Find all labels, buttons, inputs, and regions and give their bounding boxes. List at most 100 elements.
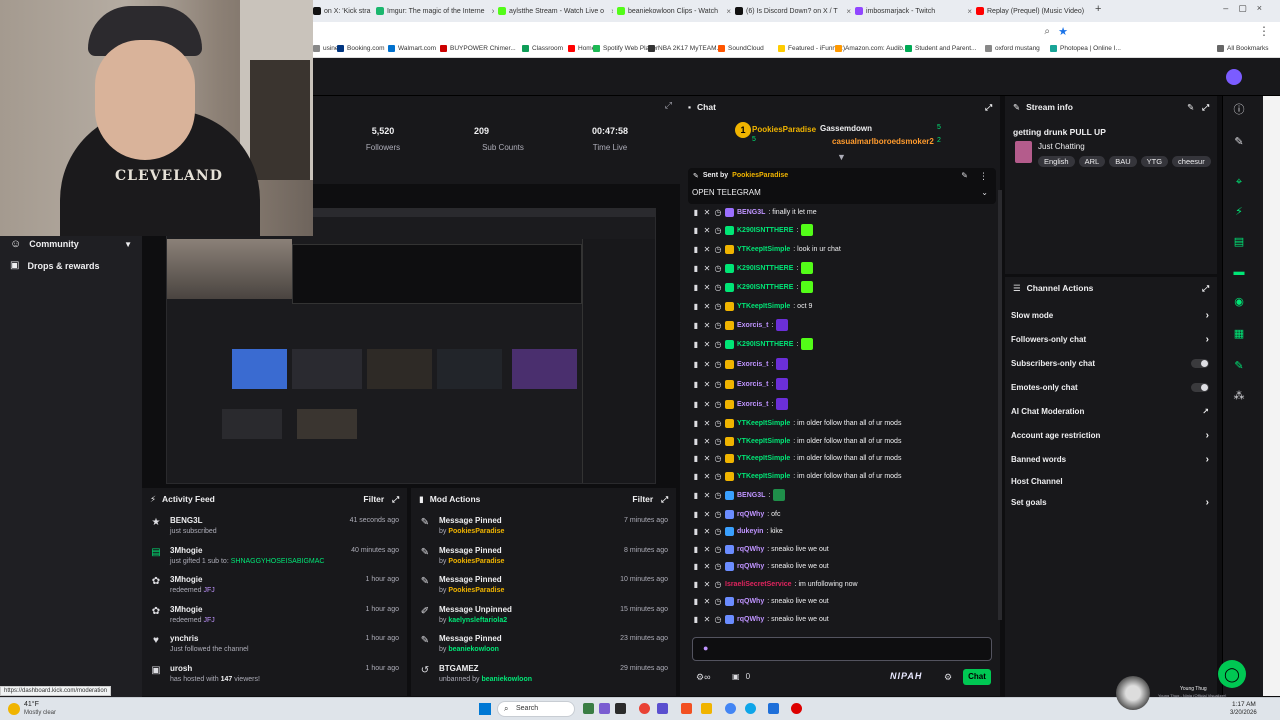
bookmark-item[interactable]: Booking.com xyxy=(337,45,385,52)
ban-icon[interactable]: ✕ xyxy=(703,360,711,369)
bookmark-item[interactable]: oxford mustang xyxy=(985,45,1040,52)
chat-message[interactable]: ▮ ✕ ◷ rqQWhy: sneako live we out xyxy=(692,593,829,609)
chat-username[interactable]: rqQWhy xyxy=(737,616,764,623)
chat-username[interactable]: rqQWhy xyxy=(737,511,764,518)
tag[interactable]: ARL xyxy=(1078,156,1106,167)
mod-action-user[interactable]: PookiesParadise xyxy=(448,528,504,535)
ban-icon[interactable]: ✕ xyxy=(703,226,711,235)
bookmark-item[interactable]: NBA 2K17 MyTEAM... xyxy=(648,45,722,52)
chat-message[interactable]: ▮ ✕ ◷ Exorcis_t: xyxy=(692,376,789,392)
chevron-right-icon[interactable]: › xyxy=(1206,334,1209,345)
delete-icon[interactable]: ▮ xyxy=(692,340,700,349)
expand-icon[interactable]: ⤢ xyxy=(392,494,399,505)
chat-message[interactable]: ▮ ✕ ◷ rqQWhy: ofc xyxy=(692,506,780,522)
delete-icon[interactable]: ▮ xyxy=(692,302,700,311)
chevron-down-icon[interactable]: ▼ xyxy=(837,152,846,162)
app-icon[interactable] xyxy=(583,703,594,714)
activity-user[interactable]: 3Mhogie xyxy=(170,605,202,614)
timeout-icon[interactable]: ◷ xyxy=(714,340,722,349)
filter-button[interactable]: Filter xyxy=(632,494,653,504)
browser-tab[interactable]: aylstthe Stream - Watch Live o× xyxy=(498,3,613,19)
ban-icon[interactable]: ✕ xyxy=(703,580,711,589)
chat-message[interactable]: ▮ ✕ ◷ dukeyin: kike xyxy=(692,523,783,539)
mod-action-user[interactable]: kaelynsleftariola2 xyxy=(448,617,507,624)
chat-scrollbar[interactable] xyxy=(998,190,1002,620)
chevron-right-icon[interactable]: › xyxy=(1206,310,1209,321)
chat-username[interactable]: Exorcis_t xyxy=(737,361,769,368)
chat-message[interactable]: ▮ ✕ ◷ YTKeepItSimple: oct 9 xyxy=(692,298,812,314)
ban-icon[interactable]: ✕ xyxy=(703,264,711,273)
chat-username[interactable]: rqQWhy xyxy=(737,598,764,605)
delete-icon[interactable]: ▮ xyxy=(692,400,700,409)
ban-icon[interactable]: ✕ xyxy=(703,245,711,254)
chat-username[interactable]: Exorcis_t xyxy=(737,381,769,388)
ban-icon[interactable]: ✕ xyxy=(703,545,711,554)
ban-icon[interactable]: ✕ xyxy=(703,491,711,500)
chat-message[interactable]: ▮ ✕ ◷ rqQWhy: sneako live we out xyxy=(692,611,829,627)
delete-icon[interactable]: ▮ xyxy=(692,510,700,519)
mod-action-user[interactable]: PookiesParadise xyxy=(448,558,504,565)
mod-action-item[interactable]: ✐ Message Unpinned by kaelynsleftariola2 15… xyxy=(411,603,676,632)
activity-user[interactable]: urosh xyxy=(170,664,192,673)
chat-username[interactable]: YTKeepItSimple xyxy=(737,303,790,310)
delete-icon[interactable]: ▮ xyxy=(692,380,700,389)
mod-action-user[interactable]: PookiesParadise xyxy=(448,587,504,594)
activity-user[interactable]: ynchris xyxy=(170,634,198,643)
chat-username[interactable]: rqQWhy xyxy=(737,546,764,553)
chat-message[interactable]: ▮ ✕ ◷ YTKeepItSimple: im older follow than … xyxy=(692,450,901,466)
ban-icon[interactable]: ✕ xyxy=(703,437,711,446)
points-display[interactable]: ▣ 0 xyxy=(732,672,750,681)
chat-username[interactable]: YTKeepItSimple xyxy=(737,455,790,462)
close-icon[interactable]: × xyxy=(1087,7,1091,16)
chat-username[interactable]: YTKeepItSimple xyxy=(737,420,790,427)
chevron-right-icon[interactable]: › xyxy=(1206,430,1209,441)
app-icon[interactable] xyxy=(639,703,650,714)
channel-action-item[interactable]: Set goals › xyxy=(1011,491,1209,513)
app-icon[interactable] xyxy=(657,703,668,714)
chat-username[interactable]: K290ISNTTHERE xyxy=(737,227,793,234)
chevron-down-icon[interactable]: ⌄ xyxy=(981,188,988,197)
chat-message[interactable]: ▮ ✕ ◷ YTKeepItSimple: look in ur chat xyxy=(692,241,841,257)
timeout-icon[interactable]: ◷ xyxy=(714,226,722,235)
ban-icon[interactable]: ✕ xyxy=(703,283,711,292)
delete-icon[interactable]: ▮ xyxy=(692,419,700,428)
document-icon[interactable]: ▤ xyxy=(1231,234,1247,250)
activity-item[interactable]: ▣ urosh has hosted with 147 viewers! 1 hour… xyxy=(142,662,407,691)
chat-message[interactable]: ▮ ✕ ◷ K290ISNTTHERE: xyxy=(692,336,814,352)
timeout-icon[interactable]: ◷ xyxy=(714,302,722,311)
activity-user[interactable]: BENG3L xyxy=(170,516,202,525)
nav-drops[interactable]: ▣ Drops & rewards xyxy=(10,260,99,271)
top-gifter-name[interactable]: PookiesParadise xyxy=(752,125,816,134)
taskbar-search[interactable]: ⌕ Search xyxy=(497,701,575,717)
app-icon[interactable] xyxy=(768,703,779,714)
ban-icon[interactable]: ✕ xyxy=(703,302,711,311)
browser-tab[interactable]: Imgur: The magic of the Interne × xyxy=(376,3,494,19)
chat-message[interactable]: ▮ ✕ ◷ BENG3L: finally it let me xyxy=(692,204,817,220)
mod-action-item[interactable]: ✎ Message Pinned by beaniekowloon 23 minute… xyxy=(411,632,676,661)
info-icon[interactable]: ⓘ xyxy=(1231,102,1247,118)
channel-action-item[interactable]: AI Chat Moderation ↗ xyxy=(1011,400,1209,422)
chat-username[interactable]: Exorcis_t xyxy=(737,401,769,408)
timeout-icon[interactable]: ◷ xyxy=(714,510,722,519)
delete-icon[interactable]: ▮ xyxy=(692,472,700,481)
pencil-icon[interactable]: ✎ xyxy=(1231,134,1247,150)
chat-username[interactable]: dukeyin xyxy=(737,528,763,535)
chat-message[interactable]: ▮ ✕ ◷ IsraeliSecretService: im unfollowing … xyxy=(692,576,858,592)
delete-icon[interactable]: ▮ xyxy=(692,454,700,463)
app-icon[interactable] xyxy=(791,703,802,714)
delete-icon[interactable]: ▮ xyxy=(692,360,700,369)
chat-input[interactable]: ● xyxy=(692,637,992,661)
chevron-right-icon[interactable]: › xyxy=(1206,454,1209,465)
activity-item[interactable]: ✿ 3Mhogie redeemed JFJ 1 hour ago xyxy=(142,603,407,632)
tool-icon[interactable]: ✎ xyxy=(1231,358,1247,374)
delete-icon[interactable]: ▮ xyxy=(692,245,700,254)
delete-icon[interactable]: ▮ xyxy=(692,321,700,330)
delete-icon[interactable]: ▮ xyxy=(692,562,700,571)
delete-icon[interactable]: ▮ xyxy=(692,283,700,292)
timeout-icon[interactable]: ◷ xyxy=(714,208,722,217)
delete-icon[interactable]: ▮ xyxy=(692,580,700,589)
chat-icon[interactable]: ▬ xyxy=(1231,264,1247,280)
bookmark-item[interactable]: Walmart.com xyxy=(388,45,436,52)
filter-button[interactable]: Filter xyxy=(363,494,384,504)
bookmark-item[interactable]: BUYPOWER Chimer... xyxy=(440,45,516,52)
